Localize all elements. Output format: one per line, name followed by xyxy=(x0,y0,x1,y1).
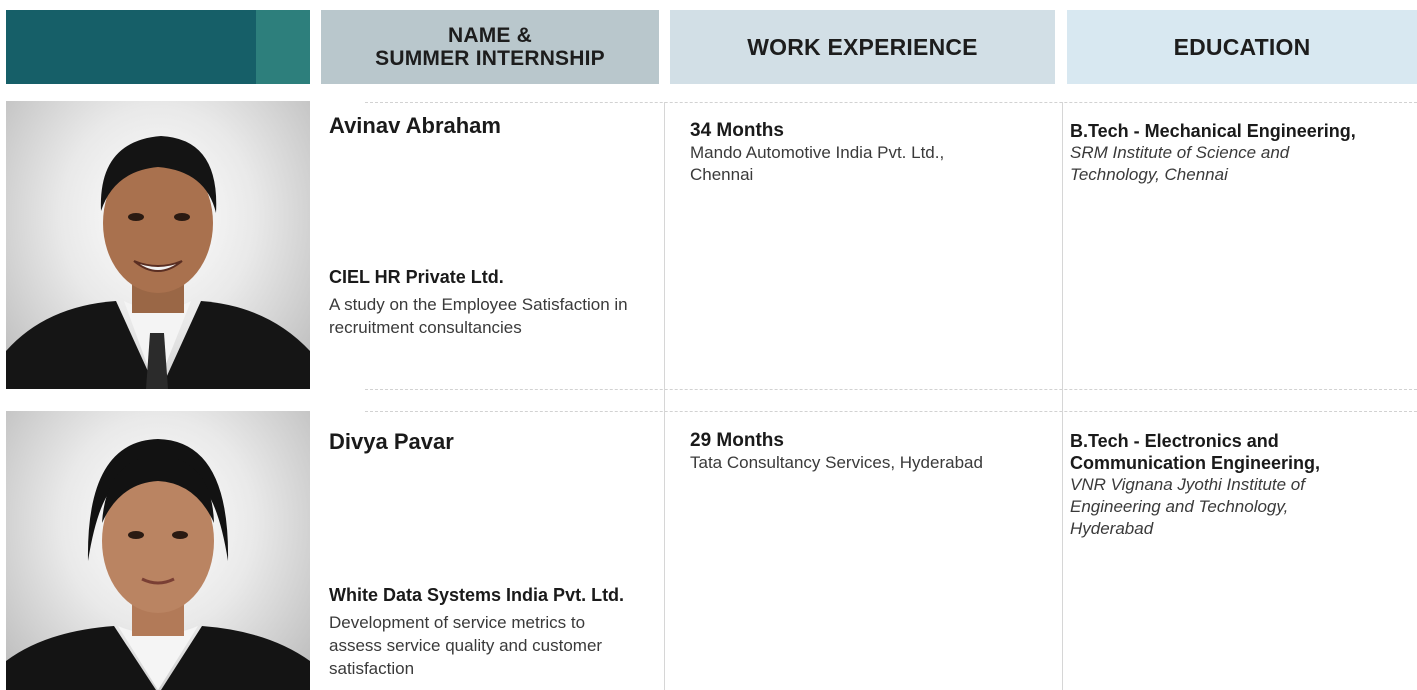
row-divider-top xyxy=(365,102,1417,103)
education-institute: VNR Vignana Jyothi Institute of Engineer… xyxy=(1070,475,1305,538)
header-education: EDUCATION xyxy=(1067,10,1417,84)
header-accent-light xyxy=(256,10,310,84)
experience-duration: 29 Months xyxy=(690,430,784,451)
education-institute: SRM Institute of Science and Technology,… xyxy=(1070,143,1290,184)
internship-project: A study on the Employee Satisfaction in … xyxy=(329,295,628,337)
student-photo xyxy=(6,101,310,389)
experience-duration: 34 Months xyxy=(690,120,784,141)
column-divider-education xyxy=(1062,102,1063,690)
header-name-line2: SUMMER INTERNSHIP xyxy=(375,47,605,70)
internship-project: Development of service metrics to assess… xyxy=(329,613,603,678)
student-photo xyxy=(6,411,310,690)
header-name-line1: NAME & xyxy=(447,24,533,47)
experience-company: Mando Automotive India Pvt. Ltd., Chenna… xyxy=(690,143,945,184)
column-divider-work xyxy=(664,102,665,690)
student-profile-page: NAME & SUMMER INTERNSHIP WORK EXPERIENCE… xyxy=(0,0,1417,690)
student-name: Avinav Abraham xyxy=(329,113,501,138)
header-name-internship: NAME & SUMMER INTERNSHIP xyxy=(321,10,659,84)
header-work-experience: WORK EXPERIENCE xyxy=(670,10,1055,84)
header-accent-dark xyxy=(6,10,256,84)
education-degree: B.Tech - Mechanical Engineering, xyxy=(1070,121,1356,141)
education-degree: B.Tech - Electronics and Communication E… xyxy=(1070,431,1321,473)
row-divider-second xyxy=(365,411,1417,412)
internship-organization: CIEL HR Private Ltd. xyxy=(329,267,504,287)
student-name: Divya Pavar xyxy=(329,429,454,454)
internship-organization: White Data Systems India Pvt. Ltd. xyxy=(329,585,625,605)
experience-company: Tata Consultancy Services, Hyderabad xyxy=(690,453,983,472)
row-divider-middle xyxy=(365,389,1417,390)
